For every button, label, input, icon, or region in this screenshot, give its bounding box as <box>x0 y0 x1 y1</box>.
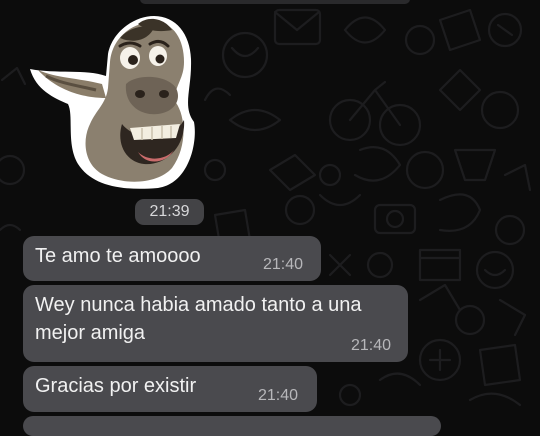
donkey-sticker[interactable] <box>26 14 198 190</box>
message-bubble[interactable]: Te amo te amoooo 21:40 <box>23 236 321 281</box>
message-time: 21:40 <box>263 256 304 273</box>
message-bubble[interactable]: Wey nunca habia amado tanto a una mejor … <box>23 285 408 362</box>
message-time: 21:40 <box>258 387 299 404</box>
message-text: Te amo te amoooo <box>35 245 201 267</box>
previous-bubble-edge <box>140 0 410 4</box>
message-text: Gracias por existir <box>35 375 197 397</box>
message-time: 21:40 <box>351 337 392 354</box>
message-bubble-partial[interactable] <box>23 416 441 436</box>
message-bubble[interactable]: Gracias por existir 21:40 <box>23 366 317 412</box>
sticker-timestamp: 21:39 <box>135 199 204 225</box>
donkey-sticker-icon <box>30 16 195 189</box>
message-text: Wey nunca habia amado tanto a una mejor … <box>35 294 362 344</box>
